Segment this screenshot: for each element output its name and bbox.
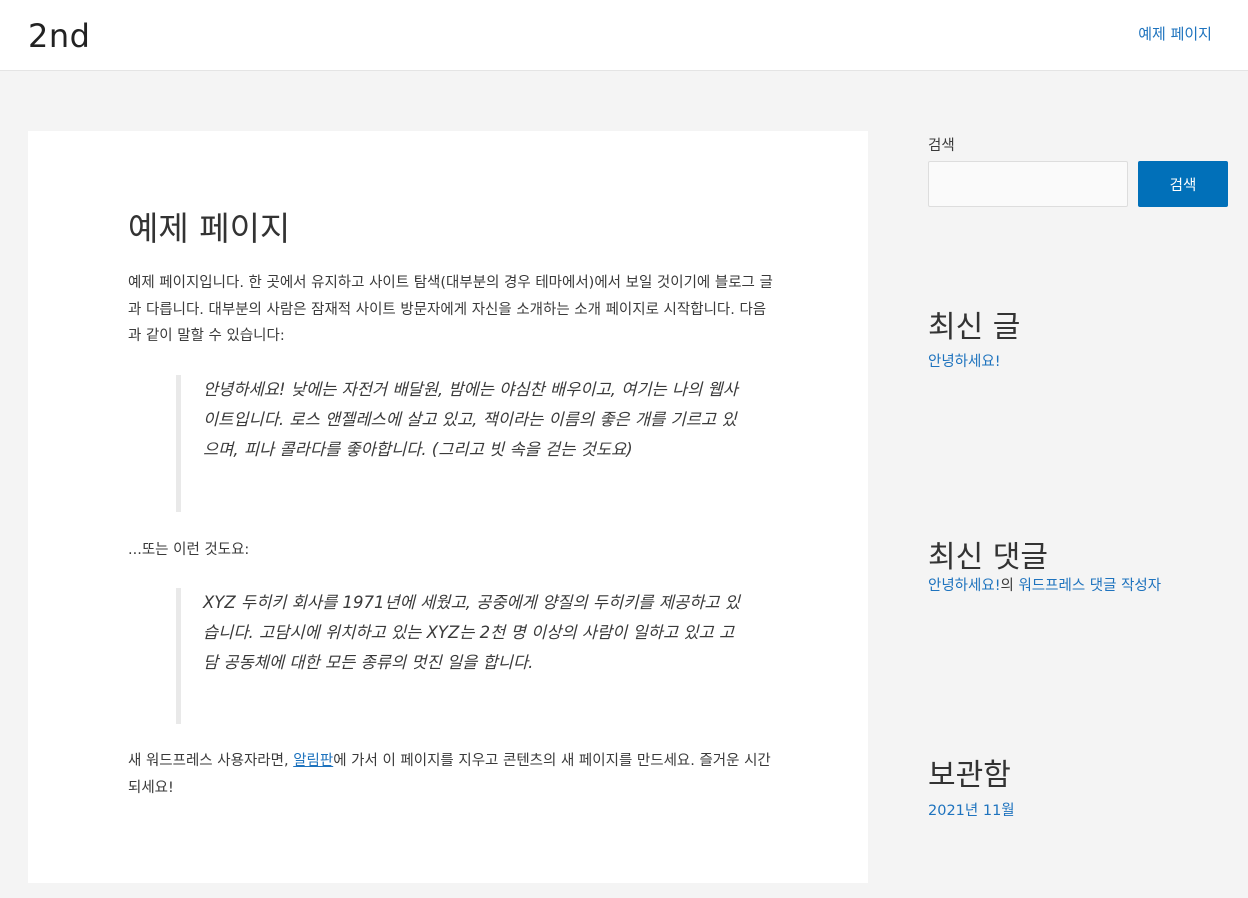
search-button[interactable]: 검색 bbox=[1138, 161, 1228, 207]
intro-paragraph: 예제 페이지입니다. 한 곳에서 유지하고 사이트 탐색(대부분의 경우 테마에… bbox=[128, 275, 773, 344]
closing-text-before: 새 워드프레스 사용자라면, bbox=[128, 753, 294, 769]
blockquote-1: 안녕하세요! 낮에는 자전거 배달원, 밤에는 야심찬 배우이고, 여기는 나의… bbox=[176, 375, 746, 512]
recent-comment-author-link[interactable]: 워드프레스 댓글 작성자 bbox=[1018, 578, 1161, 594]
archive-link[interactable]: 2021년 11월 bbox=[928, 800, 1015, 822]
blockquote-1-text: 안녕하세요! 낮에는 자전거 배달원, 밤에는 야심찬 배우이고, 여기는 나의… bbox=[203, 380, 738, 459]
recent-comments-title: 최신 댓글 bbox=[928, 540, 1048, 575]
recent-post-link[interactable]: 안녕하세요! bbox=[928, 351, 1001, 373]
search-input[interactable] bbox=[928, 161, 1128, 207]
middle-paragraph: ...또는 이런 것도요: bbox=[128, 542, 250, 558]
search-label: 검색 bbox=[928, 138, 955, 154]
recent-comment-connector: 의 bbox=[1000, 578, 1019, 594]
recent-comment-item: 안녕하세요!의 워드프레스 댓글 작성자 bbox=[928, 575, 1161, 597]
blockquote-2: XYZ 두히키 회사를 1971년에 세웠고, 공중에게 양질의 두히키를 제공… bbox=[176, 588, 746, 724]
nav-item-example-page[interactable]: 예제 페이지 bbox=[1138, 22, 1212, 46]
recent-comment-post-link[interactable]: 안녕하세요! bbox=[928, 578, 1001, 594]
dashboard-link[interactable]: 알림판 bbox=[293, 753, 333, 769]
article: 예제 페이지 예제 페이지입니다. 한 곳에서 유지하고 사이트 탐색(대부분의… bbox=[28, 131, 868, 883]
page-title: 예제 페이지 bbox=[128, 209, 291, 248]
archives-title: 보관함 bbox=[928, 758, 1011, 793]
closing-paragraph: 새 워드프레스 사용자라면, 알림판에 가서 이 페이지를 지우고 콘텐츠의 새… bbox=[128, 748, 778, 801]
site-header: 2nd 예제 페이지 bbox=[0, 0, 1248, 71]
blockquote-2-text: XYZ 두히키 회사를 1971년에 세웠고, 공중에게 양질의 두히키를 제공… bbox=[203, 593, 740, 672]
site-title-link[interactable]: 2nd bbox=[28, 14, 90, 58]
recent-posts-title: 최신 글 bbox=[928, 310, 1021, 345]
